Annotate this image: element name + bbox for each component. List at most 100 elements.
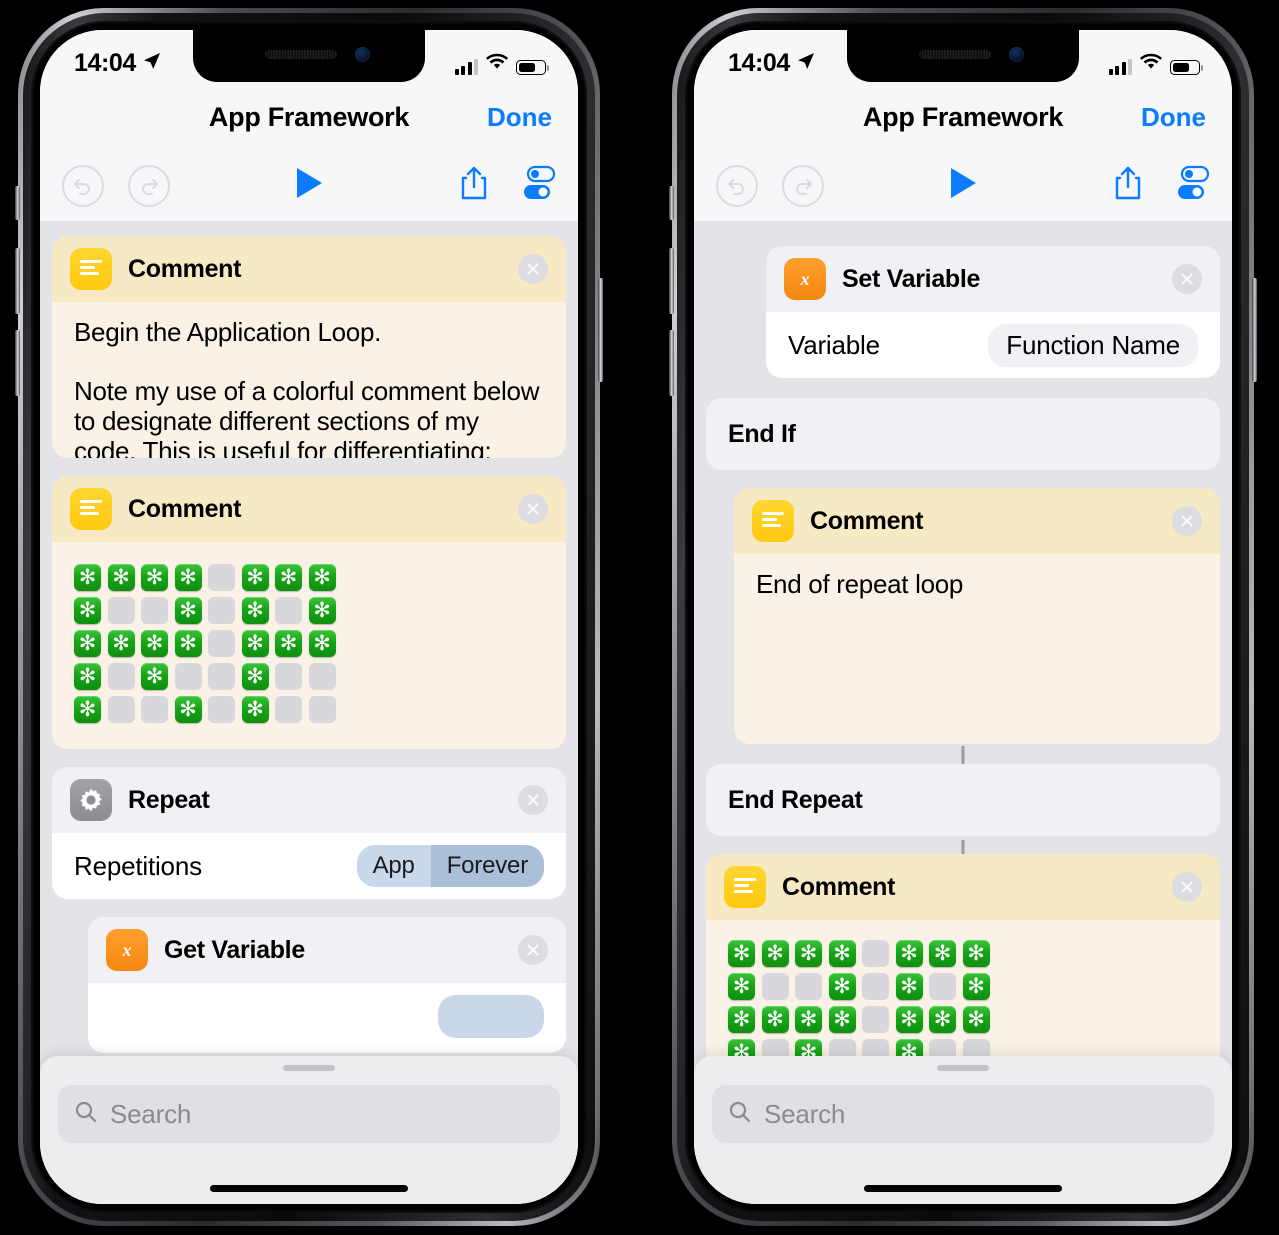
comment-text: End of repeat loop [756,569,964,599]
comment-body[interactable] [52,542,566,749]
sheet-grabber[interactable] [937,1065,989,1071]
action-header[interactable]: Repeat [52,767,566,833]
action-card-end-repeat[interactable]: End Repeat [706,764,1220,836]
comment-lines-icon [70,248,112,290]
redo-button[interactable] [128,164,170,207]
asterisk-cell-on [761,940,789,967]
close-circle-icon[interactable] [1172,264,1202,294]
play-button[interactable] [290,164,328,207]
action-card-comment-grid[interactable]: Comment [52,476,566,749]
asterisk-cell-on [728,973,755,1000]
volume-down-button[interactable] [669,330,674,396]
volume-up-button[interactable] [669,248,674,314]
action-card-repeat[interactable]: Repeat Repetitions App Forever [52,767,566,899]
home-indicator[interactable] [210,1185,408,1192]
asterisk-cell-on [241,663,269,690]
done-button[interactable]: Done [487,102,552,133]
status-time: 14:04 [728,49,816,78]
action-card-comment[interactable]: Comment Begin the Application Loop. Note… [52,236,566,458]
play-button[interactable] [944,164,982,207]
undo-button[interactable] [62,164,104,207]
asterisk-cell-off [795,973,822,1000]
variable-body[interactable] [88,983,566,1053]
asterisk-cell-on [929,1006,956,1033]
search-sheet[interactable]: Search [40,1056,578,1204]
close-circle-icon[interactable] [518,494,548,524]
search-sheet[interactable]: Search [694,1056,1232,1204]
location-arrow-icon [142,49,162,78]
action-header[interactable]: Comment [52,236,566,302]
variable-row[interactable] [110,983,544,1049]
comment-lines-icon [724,866,766,908]
action-card-comment[interactable]: Comment End of repeat loop [734,488,1220,744]
action-card-get-variable[interactable]: x Get Variable [88,917,566,1053]
power-button[interactable] [1252,278,1257,382]
earpiece-speaker-icon [919,50,991,59]
comment-body[interactable]: Begin the Application Loop. Note my use … [52,302,566,458]
search-icon [74,1100,98,1129]
action-header[interactable]: Comment [52,476,566,542]
share-button[interactable] [458,165,490,206]
cellular-signal-icon [1108,59,1132,75]
canvas-content-left: Comment Begin the Application Loop. Note… [40,222,578,1053]
variable-label: Variable [788,329,880,360]
asterisk-cell-on [308,597,336,624]
asterisk-cell-off [107,597,135,624]
asterisk-cell-on [895,973,923,1000]
home-indicator[interactable] [864,1185,1062,1192]
asterisk-cell-on [828,940,856,967]
mute-switch[interactable] [669,186,674,220]
variable-value-pill[interactable]: Function Name [988,323,1198,367]
action-title: Repeat [128,785,210,814]
asterisk-cell-on [241,630,269,657]
repetitions-segmented-control[interactable]: App Forever [356,845,544,887]
repeat-body[interactable]: Repetitions App Forever [52,833,566,899]
asterisk-cell-off [208,564,235,591]
action-title: Set Variable [842,264,981,293]
variable-body[interactable]: Variable Function Name [766,312,1220,378]
asterisk-cell-on [74,663,101,690]
share-button[interactable] [1112,165,1144,206]
undo-button[interactable] [716,164,758,207]
done-button[interactable]: Done [1141,102,1206,133]
close-circle-icon[interactable] [518,785,548,815]
canvas-content-right: x Set Variable Variable Function Name En… [694,246,1232,1125]
action-card-end-if[interactable]: End If [706,398,1220,470]
settings-toggles-button[interactable] [520,165,558,206]
segment-forever[interactable]: Forever [430,845,544,887]
close-circle-icon[interactable] [1172,872,1202,902]
asterisk-cell-off [107,696,135,723]
volume-down-button[interactable] [15,330,20,396]
battery-icon [516,60,550,75]
redo-button[interactable] [782,164,824,207]
notch [193,30,425,82]
close-circle-icon[interactable] [518,935,548,965]
asterisk-cell-on [275,630,302,657]
power-button[interactable] [598,278,603,382]
segment-app[interactable]: App [356,845,431,887]
asterisk-cell-on [962,1006,990,1033]
wifi-icon [1140,53,1162,75]
asterisk-cell-on [795,940,822,967]
mute-switch[interactable] [15,186,20,220]
variable-row[interactable]: Variable Function Name [788,312,1198,378]
settings-toggles-button[interactable] [1174,165,1212,206]
action-card-set-variable[interactable]: x Set Variable Variable Function Name [766,246,1220,378]
sheet-grabber[interactable] [283,1065,335,1071]
status-indicators [454,53,550,78]
search-input[interactable]: Search [712,1085,1214,1143]
close-circle-icon[interactable] [1172,506,1202,536]
action-header[interactable]: x Set Variable [766,246,1220,312]
action-header[interactable]: Comment [734,488,1220,554]
cellular-signal-icon [454,59,478,75]
close-circle-icon[interactable] [518,254,548,284]
action-header[interactable]: x Get Variable [88,917,566,983]
asterisk-cell-off [862,940,889,967]
action-header[interactable]: Comment [706,854,1220,920]
comment-body[interactable]: End of repeat loop [734,554,1220,744]
asterisk-cell-on [174,696,202,723]
search-input[interactable]: Search [58,1085,560,1143]
asterisk-cell-on [74,597,101,624]
repetitions-row[interactable]: Repetitions App Forever [74,833,544,899]
volume-up-button[interactable] [15,248,20,314]
